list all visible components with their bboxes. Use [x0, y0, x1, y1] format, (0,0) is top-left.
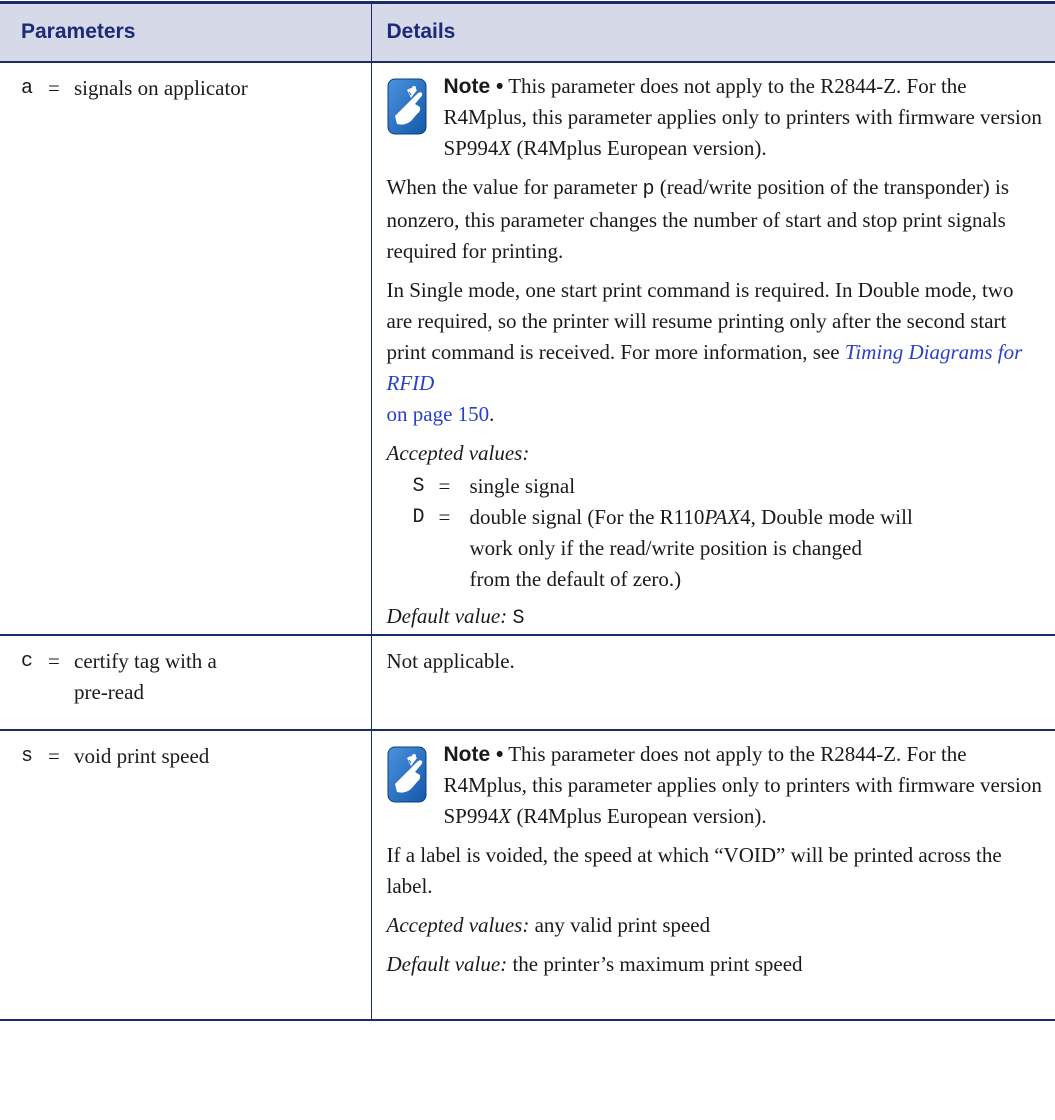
param-cell-c: c = certify tag with a pre-read: [0, 634, 372, 731]
default-value: Default value: the printer’s maximum pri…: [387, 949, 1044, 980]
page-ref-link[interactable]: on page 150: [387, 402, 490, 426]
accepted-label: Accepted values:: [386, 912, 530, 937]
param-name: certify tag with a: [74, 648, 217, 673]
paragraph: In Single mode, one start print command …: [387, 275, 1044, 430]
default-value: Default value: S: [387, 601, 1044, 634]
default-text: the printer’s maximum print speed: [507, 951, 803, 976]
value-equals: =: [438, 473, 451, 498]
value-text-cont: work only if the read/write position is …: [469, 535, 863, 560]
default-code: S: [512, 606, 525, 630]
paragraph: If a label is voided, the speed at which…: [386, 842, 1002, 898]
note-hand-icon: [387, 78, 426, 134]
note-italic-x: X: [498, 803, 512, 828]
param-equals: =: [48, 75, 60, 100]
param-code: c: [21, 649, 34, 673]
note-body-end: (R4Mplus European version).: [511, 135, 767, 160]
value-text: double signal (For the R110PAX4, Double …: [469, 504, 913, 529]
table-header-row: Parameters Details: [0, 1, 1055, 63]
note-text: Note • This parameter does not apply to …: [444, 71, 1044, 164]
list-item: D = double signal (For the R110PAX4, Dou…: [387, 502, 1044, 533]
values-list: S = single signal D = double signal (For…: [387, 471, 1044, 595]
para-text: .: [489, 401, 495, 426]
default-label: Default value:: [386, 603, 508, 628]
table-row-c: c = certify tag with a pre-read Not appl…: [0, 634, 1055, 731]
details-cell-a: Note • This parameter does not apply to …: [371, 61, 1055, 636]
list-item: S = single signal: [387, 471, 1044, 502]
table-row-a: a = signals on applicator Note • This pa…: [0, 61, 1055, 636]
accepted-values: Accepted values: any valid print speed: [387, 910, 1044, 941]
param-name-cont: pre-read: [74, 679, 144, 704]
param-name: signals on applicator: [74, 75, 248, 100]
para-text: When the value for parameter: [386, 174, 643, 199]
details-cell-s: Note • This parameter does not apply to …: [371, 729, 1055, 1021]
value-text-cont: from the default of zero.): [469, 566, 682, 591]
note-label: Note •: [443, 74, 504, 98]
table-row-s: s = void print speed Note • This paramet…: [0, 729, 1055, 1021]
accepted-values-label: Accepted values:: [386, 440, 530, 465]
value-code: D: [412, 505, 425, 529]
default-label: Default value:: [386, 951, 508, 976]
note-label: Note •: [443, 742, 504, 766]
param-cell-a: a = signals on applicator: [0, 61, 372, 636]
header-parameters: Parameters: [0, 1, 372, 63]
note-hand-icon: [387, 746, 426, 802]
value-text: single signal: [469, 473, 576, 498]
note-text: Note • This parameter does not apply to …: [444, 739, 1044, 832]
note-block: Note • This parameter does not apply to …: [387, 739, 1044, 832]
param-equals: =: [48, 743, 60, 768]
param-name: void print speed: [74, 743, 210, 768]
value-code: S: [412, 474, 425, 498]
note-italic-x: X: [498, 135, 512, 160]
parameters-table: Parameters Details a = signals on applic…: [0, 1, 1055, 1021]
param-equals: =: [48, 648, 60, 673]
param-code: a: [21, 76, 34, 100]
note-block: Note • This parameter does not apply to …: [387, 71, 1044, 164]
accepted-value: any valid print speed: [529, 912, 711, 937]
header-details: Details: [371, 1, 1055, 63]
value-equals: =: [438, 504, 451, 529]
details-cell-c: Not applicable.: [371, 634, 1055, 731]
details-text: Not applicable.: [386, 648, 515, 673]
paragraph: When the value for parameter p (read/wri…: [387, 172, 1044, 267]
param-code: s: [21, 744, 34, 768]
note-body-end: (R4Mplus European version).: [511, 803, 767, 828]
para-code: p: [642, 177, 655, 201]
param-cell-s: s = void print speed: [0, 729, 372, 1021]
